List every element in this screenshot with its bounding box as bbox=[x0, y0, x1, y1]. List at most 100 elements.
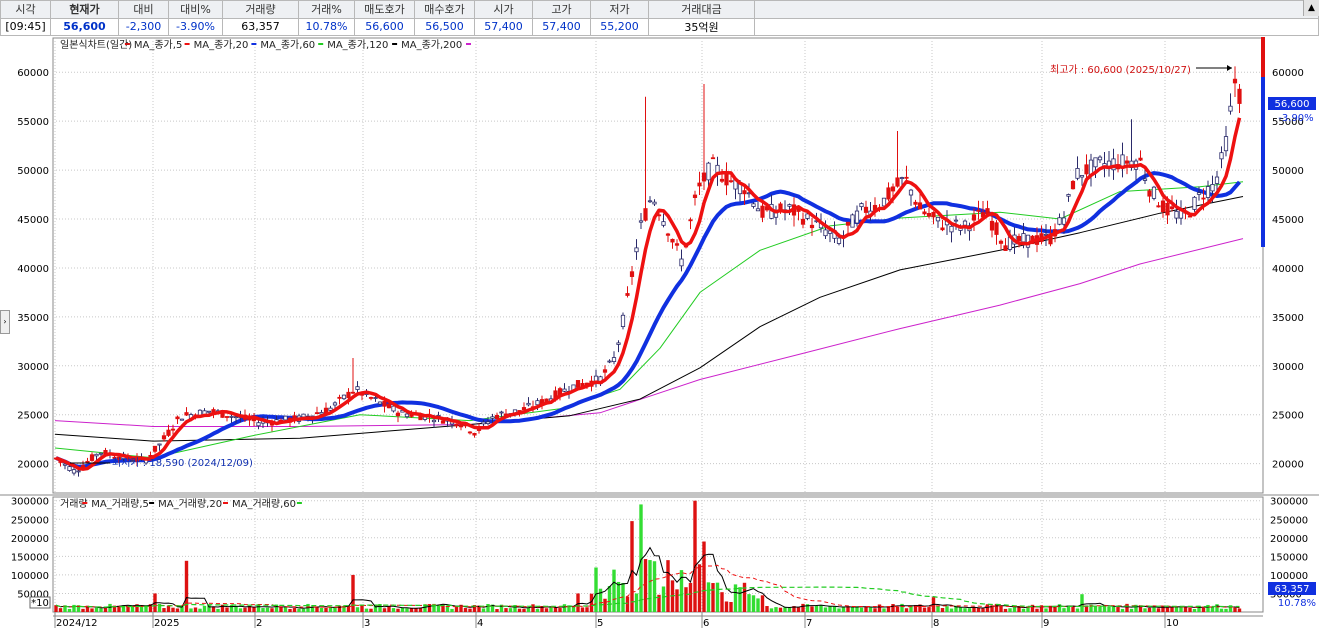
candle-body bbox=[917, 202, 923, 210]
volume-bar bbox=[882, 608, 886, 612]
candle-body bbox=[238, 416, 243, 419]
volume-bar bbox=[225, 607, 229, 612]
volume-bar bbox=[130, 606, 135, 612]
volume-bar bbox=[1098, 606, 1102, 612]
volume-bar bbox=[292, 608, 297, 612]
x-tick-label: 2024/12 bbox=[56, 618, 98, 629]
candle-body bbox=[1048, 233, 1053, 245]
volume-bar bbox=[306, 603, 310, 612]
volume-bar bbox=[351, 574, 355, 612]
volume-bar bbox=[760, 595, 765, 612]
volume-tick-right: 200000 bbox=[1270, 534, 1308, 545]
candle-body bbox=[359, 391, 365, 396]
candle-body bbox=[728, 180, 734, 183]
volume-bar bbox=[864, 606, 868, 612]
scroll-up-button[interactable]: ▲ bbox=[1303, 0, 1319, 16]
candle-body bbox=[868, 210, 873, 216]
x-tick-label: 4 bbox=[477, 618, 483, 629]
volume-bar bbox=[409, 608, 414, 612]
candle-body bbox=[1165, 202, 1170, 216]
volume-bar bbox=[904, 608, 909, 612]
volume-bar bbox=[315, 607, 319, 612]
ma120-line bbox=[54, 196, 1244, 442]
candle-body bbox=[535, 400, 540, 406]
candle-body bbox=[989, 220, 995, 231]
candle-body bbox=[1178, 208, 1184, 219]
candle-body bbox=[791, 204, 797, 216]
side-panel-toggle-button[interactable]: › bbox=[0, 310, 10, 334]
candle-body bbox=[539, 399, 545, 406]
candle-body bbox=[706, 162, 711, 181]
volume-bar bbox=[436, 605, 441, 612]
current-price-tag-bg bbox=[1268, 97, 1316, 110]
x-tick-label: 7 bbox=[806, 618, 812, 629]
volume-bar bbox=[1210, 607, 1215, 612]
volume-bar bbox=[1233, 607, 1237, 612]
volume-bar bbox=[742, 582, 747, 612]
volume-bar bbox=[279, 606, 283, 612]
volume-bar bbox=[1125, 603, 1129, 612]
volume-bar bbox=[405, 608, 409, 612]
volume-bar bbox=[283, 607, 288, 612]
price-pane-border bbox=[52, 37, 1264, 494]
candle-body bbox=[980, 212, 986, 218]
candle-body bbox=[1160, 200, 1166, 213]
candle-body bbox=[670, 238, 675, 243]
candle-body bbox=[643, 208, 648, 221]
volume-bar bbox=[1057, 604, 1062, 612]
candle-body bbox=[1075, 168, 1080, 179]
volume-bar bbox=[589, 593, 594, 612]
ma20-line bbox=[55, 171, 1241, 469]
candle-body bbox=[665, 233, 671, 236]
volume-bar bbox=[382, 608, 387, 612]
candle-body bbox=[1111, 158, 1116, 171]
volume-bar bbox=[1147, 607, 1152, 612]
volume-bar bbox=[985, 604, 990, 612]
candle-body bbox=[872, 204, 878, 211]
candle-body bbox=[598, 376, 603, 384]
volume-bar bbox=[427, 604, 432, 612]
volume-bar bbox=[148, 604, 153, 612]
volume-bar bbox=[585, 607, 589, 612]
volume-bar bbox=[738, 587, 742, 612]
candle-body bbox=[688, 219, 693, 222]
volume-bar bbox=[1228, 605, 1233, 612]
candle-body bbox=[796, 207, 801, 212]
value-change: -2,300 bbox=[118, 17, 169, 36]
candle-body bbox=[1142, 178, 1148, 181]
candle-body bbox=[602, 369, 608, 373]
volume-bar bbox=[189, 608, 193, 612]
price-tick-right: 55000 bbox=[1272, 117, 1304, 128]
right-range-bar bbox=[1261, 37, 1265, 247]
volume-bar bbox=[94, 607, 99, 612]
candle-body bbox=[584, 382, 590, 386]
value-volume: 63,357 bbox=[222, 17, 299, 36]
volume-bar bbox=[895, 606, 900, 612]
candle-body bbox=[287, 417, 293, 423]
volume-unit-box bbox=[29, 596, 51, 609]
volume-bar bbox=[355, 607, 360, 612]
candle-body bbox=[436, 414, 441, 417]
candle-body bbox=[1228, 105, 1233, 112]
price-tick-left: 55000 bbox=[17, 117, 49, 128]
volume-bar bbox=[891, 604, 895, 612]
volume-bar bbox=[778, 607, 783, 612]
volume-bar bbox=[774, 607, 778, 612]
volume-bar bbox=[324, 607, 328, 612]
volume-bar bbox=[391, 608, 396, 612]
candle-body bbox=[683, 243, 689, 248]
chart-frame bbox=[0, 37, 1319, 617]
volume-bar bbox=[616, 581, 621, 612]
volume-bar bbox=[1044, 608, 1048, 612]
stock-chart[interactable]: 60000 6000055000 5500050000 5000045000 45000… bbox=[0, 0, 1319, 631]
volume-bar bbox=[783, 607, 787, 612]
price-tick-left: 40000 bbox=[17, 264, 49, 275]
candle-body bbox=[103, 450, 108, 456]
volume-bar bbox=[720, 592, 724, 612]
header-volume-pct: 거래% bbox=[298, 0, 355, 19]
volume-bar bbox=[751, 595, 756, 612]
volume-bar bbox=[679, 570, 684, 612]
candle-body bbox=[1093, 157, 1098, 168]
price-legend-swatch bbox=[466, 43, 471, 45]
volume-bar bbox=[468, 608, 472, 612]
